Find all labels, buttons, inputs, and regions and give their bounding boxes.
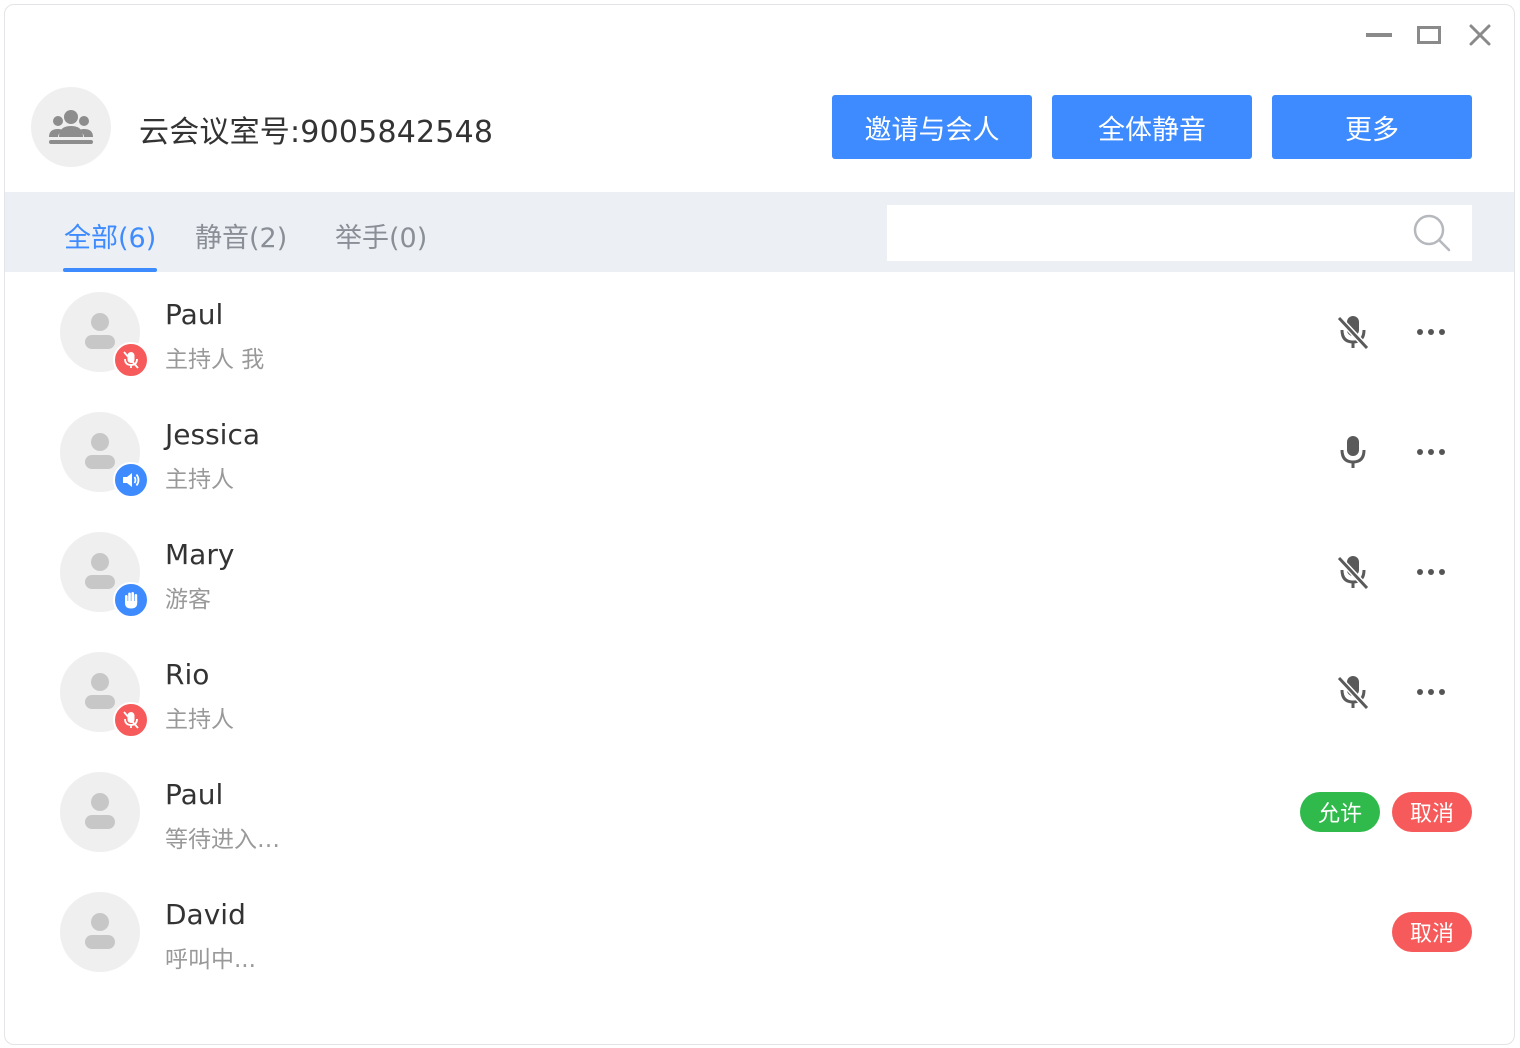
more-options-icon[interactable] bbox=[1411, 552, 1451, 592]
participant-name: David bbox=[165, 898, 246, 931]
allow-button[interactable]: 允许 bbox=[1300, 792, 1380, 832]
room-title: 云会议室号:9005842548 bbox=[139, 115, 494, 150]
participant-name: Paul bbox=[165, 778, 224, 811]
participant-role: 主持人 bbox=[165, 467, 234, 493]
cancel-button[interactable]: 取消 bbox=[1392, 912, 1472, 952]
group-icon bbox=[49, 110, 93, 144]
participant-list: Paul 主持人 我 Jessica 主持人 Mary 游客 Rio 主持人 P… bbox=[5, 272, 1514, 992]
mute-all-button[interactable]: 全体静音 bbox=[1052, 95, 1252, 159]
participant-row[interactable]: David 呼叫中... 取消 bbox=[5, 872, 1514, 992]
avatar bbox=[60, 892, 140, 972]
avatar bbox=[60, 772, 140, 852]
participant-name: Paul bbox=[165, 298, 224, 331]
close-icon[interactable] bbox=[1462, 19, 1498, 51]
participant-role: 主持人 bbox=[165, 707, 234, 733]
mic-muted-icon[interactable] bbox=[1331, 310, 1375, 354]
more-options-icon[interactable] bbox=[1411, 672, 1451, 712]
person-icon bbox=[85, 673, 115, 709]
more-options-icon[interactable] bbox=[1411, 312, 1451, 352]
more-button[interactable]: 更多 bbox=[1272, 95, 1472, 159]
person-icon bbox=[85, 313, 115, 349]
muted-badge-icon bbox=[113, 702, 149, 738]
cancel-button[interactable]: 取消 bbox=[1392, 792, 1472, 832]
search-box bbox=[887, 205, 1472, 261]
participant-status: 等待进入… bbox=[165, 827, 280, 853]
mic-on-icon[interactable] bbox=[1331, 430, 1375, 474]
participant-row[interactable]: Jessica 主持人 bbox=[5, 392, 1514, 512]
participant-row[interactable]: Rio 主持人 bbox=[5, 632, 1514, 752]
room-avatar bbox=[31, 87, 111, 167]
muted-badge-icon bbox=[113, 342, 149, 378]
tab-bar: 全部(6) 静音(2) 举手(0) bbox=[5, 192, 1514, 272]
participant-role: 主持人 我 bbox=[165, 347, 265, 373]
speaker-badge-icon bbox=[113, 462, 149, 498]
person-icon bbox=[85, 793, 115, 829]
hand-raised-badge-icon bbox=[113, 582, 149, 618]
participant-status: 呼叫中... bbox=[165, 947, 256, 973]
mic-muted-icon[interactable] bbox=[1331, 550, 1375, 594]
person-icon bbox=[85, 553, 115, 589]
participant-role: 游客 bbox=[165, 587, 211, 613]
participant-row[interactable]: Paul 主持人 我 bbox=[5, 272, 1514, 392]
invite-participants-button[interactable]: 邀请与会人 bbox=[832, 95, 1032, 159]
tab-hand-raised[interactable]: 举手(0) bbox=[335, 216, 427, 272]
person-icon bbox=[85, 913, 115, 949]
tab-muted[interactable]: 静音(2) bbox=[195, 216, 287, 272]
participant-row[interactable]: Mary 游客 bbox=[5, 512, 1514, 632]
participant-name: Mary bbox=[165, 538, 235, 571]
participants-window: 云会议室号:9005842548 邀请与会人 全体静音 更多 全部(6) 静音(… bbox=[4, 4, 1515, 1045]
participant-name: Rio bbox=[165, 658, 210, 691]
minimize-icon[interactable] bbox=[1361, 19, 1397, 51]
participant-row[interactable]: Paul 等待进入… 允许 取消 bbox=[5, 752, 1514, 872]
maximize-icon[interactable] bbox=[1411, 19, 1447, 51]
mic-muted-icon[interactable] bbox=[1331, 670, 1375, 714]
more-options-icon[interactable] bbox=[1411, 432, 1451, 472]
search-icon[interactable] bbox=[1404, 205, 1460, 261]
tab-all[interactable]: 全部(6) bbox=[62, 216, 158, 272]
person-icon bbox=[85, 433, 115, 469]
search-input[interactable] bbox=[887, 205, 1404, 261]
participant-name: Jessica bbox=[165, 418, 260, 451]
